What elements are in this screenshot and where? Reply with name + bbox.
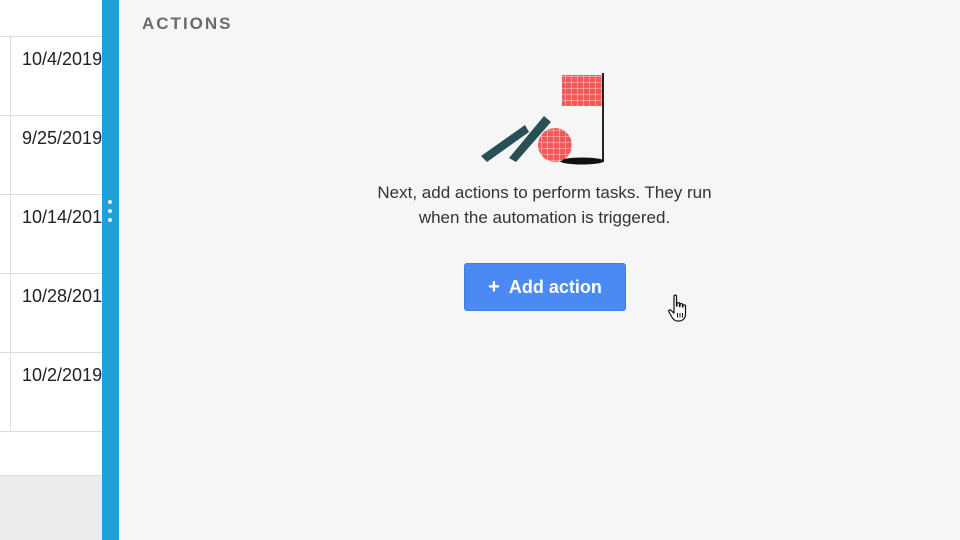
table-row[interactable]: 9/25/2019 [0, 116, 102, 195]
date-cell[interactable]: 10/28/2019 [22, 286, 102, 307]
table-row[interactable]: 10/2/2019 [0, 353, 102, 432]
golf-flag-illustration [481, 73, 604, 165]
grid-summary-bar [0, 476, 102, 540]
panel-resize-handle[interactable] [102, 0, 119, 540]
section-title: ACTIONS [142, 14, 233, 33]
actions-panel: ACTIONS Next, add actions to perform tas… [119, 0, 960, 540]
date-cell[interactable]: 9/25/2019 [22, 128, 102, 149]
grid-column-divider [10, 37, 11, 432]
hand-pointer-icon [668, 294, 687, 322]
table-row[interactable]: 10/4/2019 [0, 37, 102, 116]
grid-footer-row [0, 432, 102, 476]
message-line-1: Next, add actions to perform tasks. They… [377, 183, 712, 202]
grid-view: 10/4/2019 9/25/2019 10/14/2019 10/28/201… [0, 0, 102, 540]
empty-state-message: Next, add actions to perform tasks. They… [299, 180, 790, 230]
table-row[interactable]: 10/28/2019 [0, 274, 102, 353]
app-window: 10/4/2019 9/25/2019 10/14/2019 10/28/201… [0, 0, 960, 540]
message-line-2: when the automation is triggered. [418, 208, 671, 227]
plus-icon: + [488, 276, 500, 298]
date-cell[interactable]: 10/4/2019 [22, 49, 102, 70]
table-row[interactable]: 10/14/2019 [0, 195, 102, 274]
date-cell[interactable]: 10/2/2019 [22, 365, 102, 386]
add-action-label: Add action [508, 276, 602, 297]
date-cell[interactable]: 10/14/2019 [22, 207, 102, 228]
add-action-button[interactable]: + Add action [464, 263, 626, 311]
drag-dots-icon [108, 200, 112, 224]
